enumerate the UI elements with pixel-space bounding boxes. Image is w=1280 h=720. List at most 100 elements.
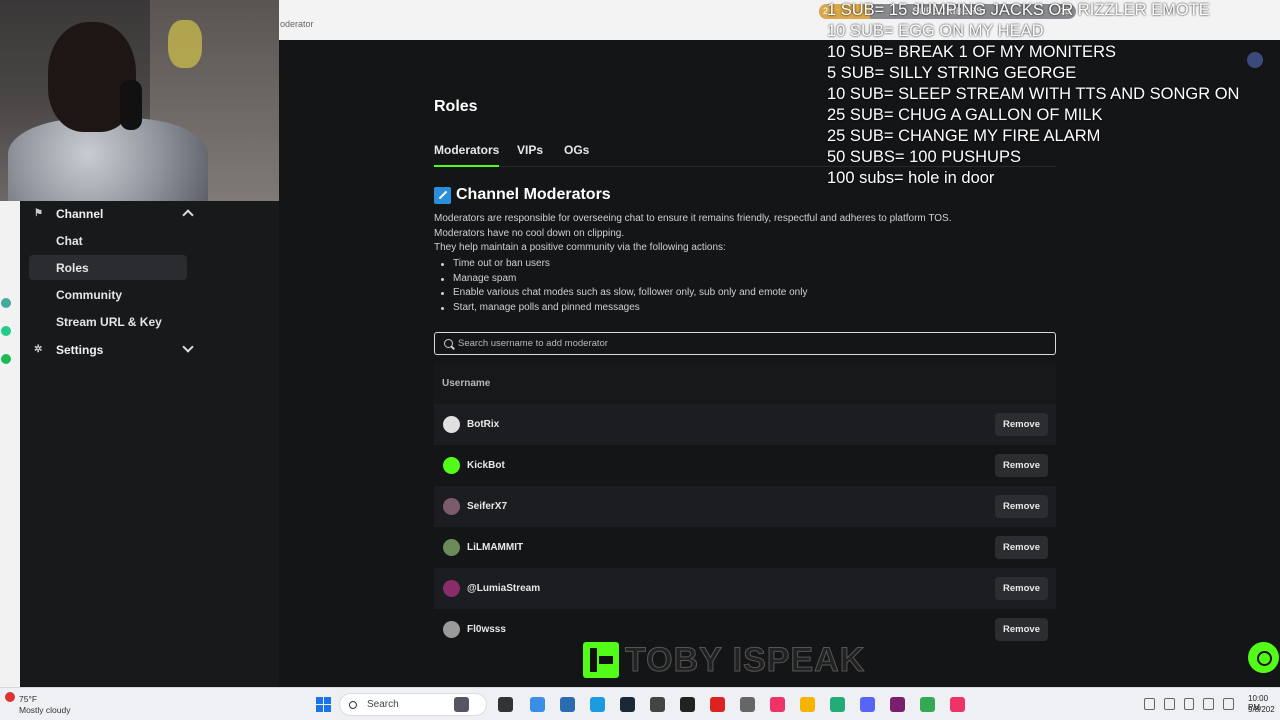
sidebar-item-chat[interactable]: Chat <box>29 228 187 253</box>
user-avatar-icon[interactable] <box>1247 52 1263 68</box>
sidebar-item-label: Community <box>56 287 122 302</box>
app-icon[interactable] <box>830 697 845 712</box>
wifi-icon[interactable] <box>1183 698 1195 710</box>
system-tray <box>1144 698 1234 712</box>
epic-games-icon[interactable] <box>680 697 695 712</box>
remove-button[interactable]: Remove <box>995 536 1048 559</box>
table-header: Username <box>434 363 1056 404</box>
sidebar-item-roles[interactable]: Roles <box>29 255 187 280</box>
app-icon[interactable] <box>650 697 665 712</box>
kick-logo-icon <box>583 642 619 678</box>
table-row: @LumiaStream Remove <box>434 568 1056 609</box>
sidebar-item-stream-url[interactable]: Stream URL & Key <box>29 309 187 334</box>
list-item: Time out or ban users <box>440 257 807 272</box>
spotify-icon[interactable] <box>1 354 11 364</box>
search-input[interactable] <box>458 338 1055 349</box>
weather-temp[interactable]: 75°F <box>19 694 37 704</box>
chevron-down-icon <box>182 341 194 353</box>
app-icon[interactable] <box>950 697 965 712</box>
table-row: SeiferX7 Remove <box>434 486 1056 527</box>
chevron-up-icon <box>182 209 194 221</box>
goal-line: 10 SUB= EGG ON MY HEAD <box>827 22 1044 40</box>
discord-icon[interactable] <box>860 697 875 712</box>
app-icon[interactable] <box>454 697 469 712</box>
tab-moderators[interactable]: Moderators <box>434 143 500 167</box>
sidebar-section-settings[interactable]: ✲ Settings <box>34 337 194 362</box>
list-item: Enable various chat modes such as slow, … <box>440 286 807 301</box>
chevron-up-icon[interactable] <box>1144 698 1155 710</box>
moderator-search[interactable] <box>434 332 1056 355</box>
moderator-username: @LumiaStream <box>467 583 541 594</box>
cloud-icon[interactable] <box>1163 698 1175 710</box>
app-icon[interactable] <box>740 697 755 712</box>
screen: oderator 2 SUBSCRIBERS 10 ⚑ Channel Chat… <box>0 0 1280 720</box>
volume-icon[interactable] <box>1203 698 1215 710</box>
app-icon[interactable] <box>770 697 785 712</box>
goal-line: 10 SUB= SLEEP STREAM WITH TTS AND SONGR … <box>827 85 1240 103</box>
avatar <box>443 457 460 474</box>
table-row: LiLMAMMIT Remove <box>434 527 1056 568</box>
file-explorer-icon[interactable] <box>498 697 513 712</box>
steam-icon[interactable] <box>620 697 635 712</box>
chrome-icon[interactable] <box>800 697 815 712</box>
app-icon[interactable] <box>890 697 905 712</box>
windows-start-icon[interactable] <box>316 697 331 712</box>
page-title: Roles <box>434 98 478 115</box>
sidebar: ⚑ Channel Chat Roles Community Stream UR… <box>20 201 279 687</box>
battery-icon[interactable] <box>1223 698 1234 710</box>
section-title: Channel Moderators <box>456 186 611 203</box>
section-header: Channel Moderators <box>434 186 611 204</box>
moderator-username: Fl0wsss <box>467 624 506 635</box>
column-header-username: Username <box>442 378 491 389</box>
tab-ogs[interactable]: OGs <box>564 143 589 167</box>
avatar <box>443 580 460 597</box>
remove-button[interactable]: Remove <box>995 577 1048 600</box>
sub-goal-overlay: 1 SUB= 15 JUMPING JACKS OR RIZZLER EMOTE… <box>827 0 1280 189</box>
moderator-username: BotRix <box>467 419 500 430</box>
chrome-icon[interactable] <box>920 697 935 712</box>
goal-line: 25 SUB= CHANGE MY FIRE ALARM <box>827 127 1101 145</box>
remove-button[interactable]: Remove <box>995 454 1048 477</box>
goal-line: 1 SUB= 15 JUMPING JACKS OR RIZZLER EMOTE <box>827 1 1210 19</box>
weather-icon[interactable] <box>5 692 15 702</box>
webcam-object <box>168 20 202 68</box>
moderator-username: SeiferX7 <box>467 501 508 512</box>
goal-line: 25 SUB= CHUG A GALLON OF MILK <box>827 106 1103 124</box>
webcam-feed <box>0 0 279 201</box>
sidebar-item-label: Stream URL & Key <box>56 314 162 329</box>
avatar <box>443 498 460 515</box>
app-icon[interactable] <box>1 298 11 308</box>
remove-button[interactable]: Remove <box>995 495 1048 518</box>
table-row: BotRix Remove <box>434 404 1056 445</box>
list-item: Start, manage polls and pinned messages <box>440 301 807 316</box>
sidebar-item-community[interactable]: Community <box>29 282 187 307</box>
search-icon <box>349 700 357 709</box>
sidebar-section-channel[interactable]: ⚑ Channel <box>34 201 194 226</box>
remove-button[interactable]: Remove <box>995 618 1048 641</box>
avatar <box>443 416 460 433</box>
avatar <box>443 621 460 638</box>
sidebar-item-label: Roles <box>56 260 89 275</box>
opera-icon[interactable] <box>710 697 725 712</box>
clock-date[interactable]: 9/8/202 <box>1248 705 1275 714</box>
sidebar-section-label: Channel <box>56 206 104 221</box>
sidebar-section-label: Settings <box>56 342 104 357</box>
weather-desc[interactable]: Mostly cloudy <box>19 705 71 715</box>
goal-line: 100 subs= hole in door <box>827 169 995 187</box>
copilot-icon[interactable] <box>530 697 545 712</box>
store-icon[interactable] <box>560 697 575 712</box>
goal-line: 50 SUBS= 100 PUSHUPS <box>827 148 1021 166</box>
description-line: Moderators have no cool down on clipping… <box>434 227 625 239</box>
browser-tab-text[interactable]: oderator <box>280 19 314 29</box>
chat-support-button[interactable] <box>1248 642 1279 673</box>
tab-vips[interactable]: VIPs <box>517 143 543 167</box>
edge-icon[interactable] <box>590 697 605 712</box>
whatsapp-icon[interactable] <box>1 326 11 336</box>
search-icon <box>444 339 453 348</box>
channel-icon: ⚑ <box>34 207 43 219</box>
avatar <box>443 539 460 556</box>
stream-watermark: TOBY ISPEAK <box>583 640 865 680</box>
remove-button[interactable]: Remove <box>995 413 1048 436</box>
taskbar: 75°F Mostly cloudy Search 10:00 PM 9/8/2… <box>0 687 1280 720</box>
gear-icon: ✲ <box>34 343 43 355</box>
